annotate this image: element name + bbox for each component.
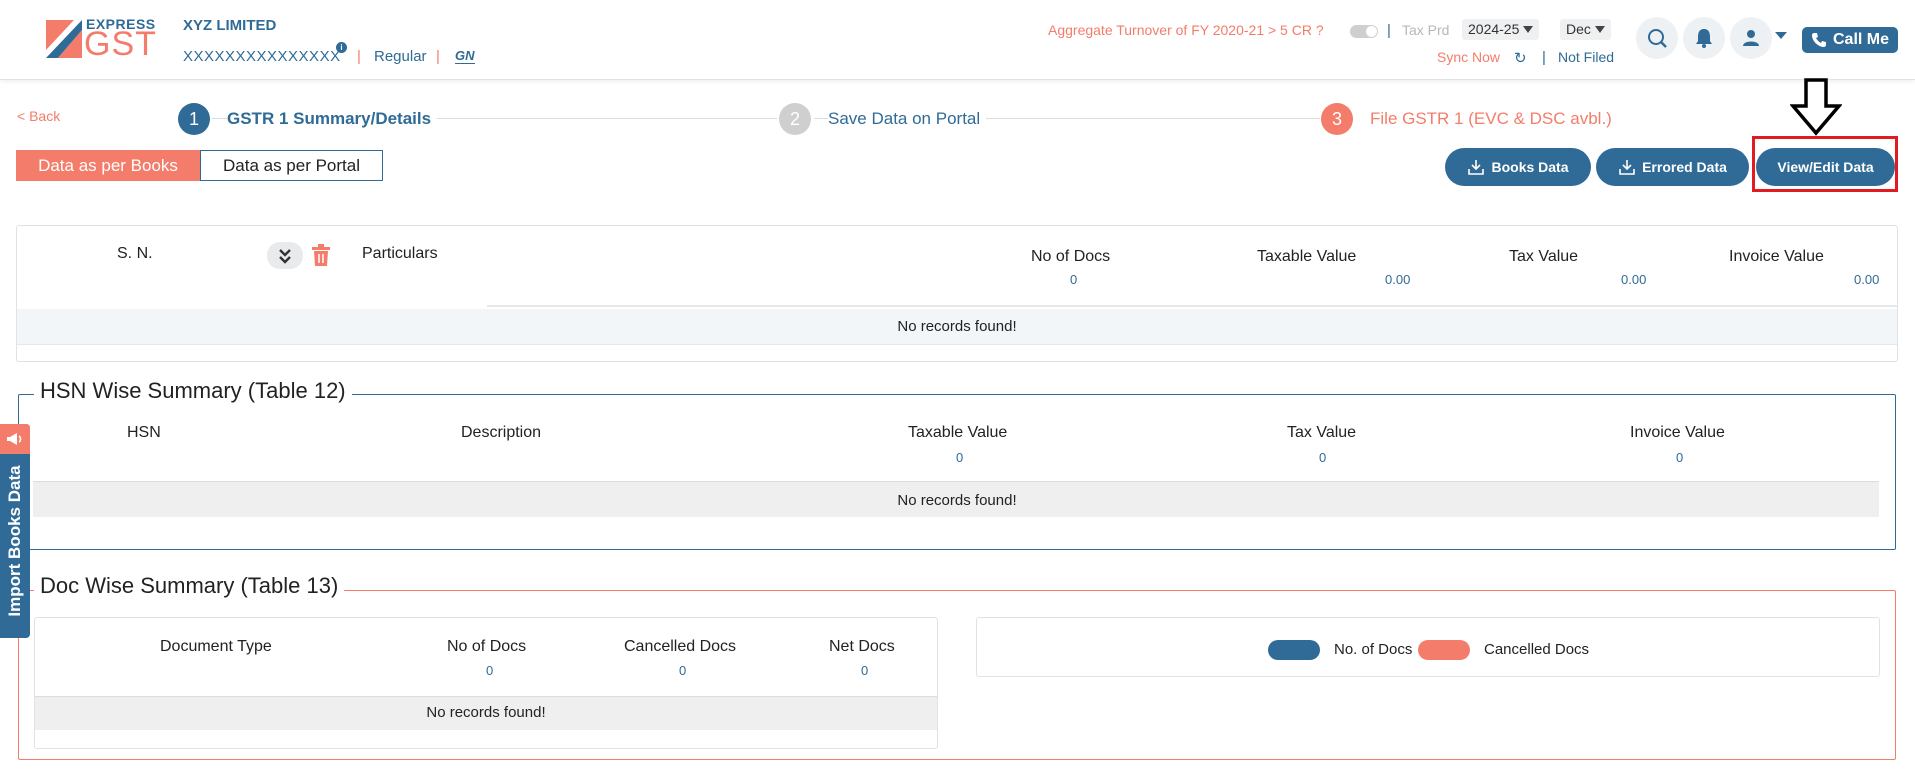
legend-swatch-cancelled-docs — [1418, 640, 1470, 660]
caret-down-icon — [1523, 26, 1534, 33]
col-tax-value: Tax Value — [1509, 248, 1579, 265]
fy-select-value: 2024-25 — [1468, 21, 1520, 37]
hsn-total-taxable-value: 0 — [956, 450, 964, 465]
step-3-number[interactable]: 3 — [1321, 103, 1353, 135]
month-select[interactable]: Dec — [1560, 19, 1611, 40]
legend-label-cancelled-docs: Cancelled Docs — [1484, 641, 1590, 658]
step-3-label[interactable]: File GSTR 1 (EVC & DSC avbl.) — [1370, 109, 1612, 129]
annotation-highlight-box — [1752, 136, 1898, 192]
sync-now-link[interactable]: Sync Now — [1437, 49, 1500, 65]
download-icon — [1468, 160, 1485, 175]
separator: | — [1542, 49, 1546, 66]
search-button[interactable] — [1636, 17, 1678, 59]
doc-empty-message: No records found! — [426, 704, 546, 721]
search-icon — [1648, 29, 1667, 48]
col-no-of-docs: No of Docs — [1031, 248, 1111, 265]
step-2-number[interactable]: 2 — [779, 103, 811, 135]
col-hsn: HSN — [127, 424, 161, 441]
sync-icon[interactable]: ↻ — [1514, 49, 1527, 67]
fy-select[interactable]: 2024-25 — [1462, 19, 1540, 40]
summary-empty-message: No records found! — [897, 318, 1017, 335]
express-gst-logo[interactable]: EXPRESS GST — [44, 16, 156, 62]
errored-data-label: Errored Data — [1642, 159, 1727, 175]
col-sn: S. N. — [117, 245, 153, 262]
profile-button[interactable] — [1730, 17, 1772, 59]
back-link[interactable]: < Back — [17, 108, 60, 124]
registration-type: Regular — [374, 48, 427, 65]
col-description: Description — [461, 424, 542, 441]
top-header: EXPRESS GST XYZ LIMITED XXXXXXXXXXXXXXX … — [0, 0, 1915, 80]
separator: | — [1387, 22, 1391, 39]
import-books-data-label: Import Books Data — [5, 465, 24, 617]
company-name: XYZ LIMITED — [183, 17, 277, 34]
download-icon — [1619, 160, 1635, 175]
hsn-empty-message: No records found! — [897, 492, 1017, 509]
total-no-of-docs: 0 — [1070, 272, 1078, 287]
separator: | — [436, 48, 440, 65]
trash-icon[interactable] — [310, 243, 332, 267]
turnover-question: Aggregate Turnover of FY 2020-21 > 5 CR … — [1048, 22, 1324, 38]
total-tax-value: 0.00 — [1621, 272, 1647, 287]
phone-icon — [1811, 33, 1826, 47]
total-taxable-value: 0.00 — [1385, 272, 1411, 287]
expand-all-button[interactable] — [267, 242, 303, 269]
doc-total-no-of-docs: 0 — [486, 663, 494, 678]
down-arrow-icon — [1790, 78, 1842, 136]
hsn-total-tax-value: 0 — [1319, 450, 1327, 465]
doc-total-net-docs: 0 — [861, 663, 869, 678]
tab-data-as-per-books[interactable]: Data as per Books — [16, 150, 200, 181]
books-data-button[interactable]: Books Data — [1445, 148, 1591, 186]
step-2-label[interactable]: Save Data on Portal — [828, 109, 987, 129]
col-document-type: Document Type — [160, 638, 272, 655]
col-doc-no-of-docs: No of Docs — [447, 638, 527, 655]
total-invoice-value: 0.00 — [1854, 272, 1880, 287]
col-taxable-value: Taxable Value — [1257, 248, 1357, 265]
user-icon — [1743, 30, 1759, 46]
hsn-summary-section — [18, 394, 1896, 550]
errored-data-button[interactable]: Errored Data — [1596, 148, 1749, 186]
notifications-button[interactable] — [1683, 17, 1725, 59]
call-me-label: Call Me — [1832, 31, 1889, 48]
col-hsn-tax-value: Tax Value — [1287, 424, 1357, 441]
doc-summary-table — [34, 617, 938, 749]
info-icon[interactable]: i — [336, 42, 347, 53]
gstin-value: XXXXXXXXXXXXXXX — [183, 48, 341, 65]
separator: | — [357, 48, 361, 65]
hsn-total-invoice-value: 0 — [1676, 450, 1684, 465]
legend-label-no-of-docs: No. of Docs — [1334, 641, 1413, 658]
tab-data-as-per-portal[interactable]: Data as per Portal — [200, 150, 383, 181]
col-cancelled-docs: Cancelled Docs — [624, 638, 737, 655]
step-1-number[interactable]: 1 — [178, 103, 210, 135]
caret-down-icon — [1594, 26, 1605, 33]
step-1-label[interactable]: GSTR 1 Summary/Details — [227, 109, 438, 129]
books-data-label: Books Data — [1491, 159, 1569, 175]
col-hsn-taxable-value: Taxable Value — [908, 424, 1008, 441]
doc-total-cancelled-docs: 0 — [679, 663, 687, 678]
turnover-toggle[interactable] — [1350, 25, 1378, 38]
col-net-docs: Net Docs — [829, 638, 895, 655]
col-particulars: Particulars — [362, 245, 438, 262]
col-hsn-invoice-value: Invoice Value — [1630, 424, 1725, 441]
legend-swatch-no-of-docs — [1268, 640, 1320, 660]
logo-gst-text: GST — [84, 25, 157, 63]
col-invoice-value: Invoice Value — [1729, 248, 1824, 265]
filing-status: Not Filed — [1558, 49, 1615, 65]
bell-icon — [1696, 29, 1712, 48]
doc-summary-title: Doc Wise Summary (Table 13) — [34, 573, 345, 599]
tax-period-label: Tax Prd — [1402, 22, 1450, 38]
month-select-value: Dec — [1566, 21, 1591, 37]
app-root: EXPRESS GST XYZ LIMITED XXXXXXXXXXXXXXX … — [0, 0, 1915, 774]
logo-mark-icon — [46, 20, 82, 58]
call-me-button[interactable]: Call Me — [1802, 27, 1898, 53]
double-chevron-down-icon — [279, 248, 291, 264]
header-divider — [487, 305, 1897, 307]
profile-dropdown-icon[interactable] — [1775, 32, 1787, 40]
gsn-logo: GN — [455, 48, 475, 64]
hsn-summary-title: HSN Wise Summary (Table 12) — [34, 378, 352, 404]
